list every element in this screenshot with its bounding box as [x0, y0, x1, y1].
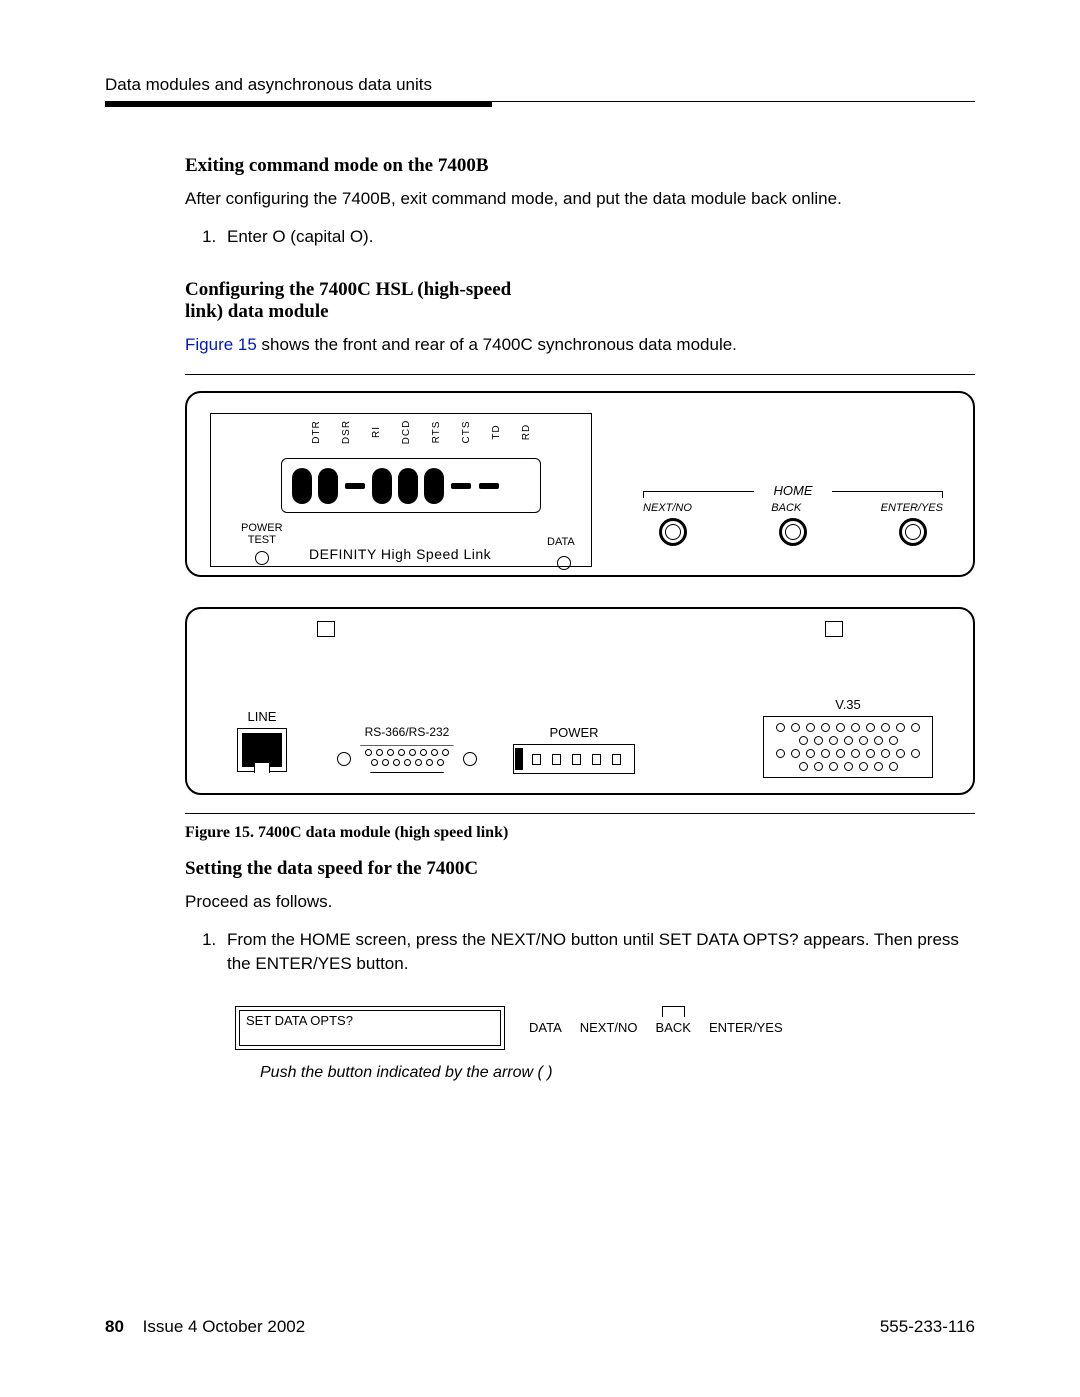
led-label-cts: CTS	[444, 423, 472, 441]
steps-exiting: Enter O (capital O).	[185, 225, 975, 249]
v35-connector-icon	[763, 716, 933, 778]
lcd-label-data: DATA	[529, 1020, 562, 1035]
power-test-label: POWER TEST	[241, 522, 283, 564]
power-test-led	[255, 551, 269, 565]
heading-exiting: Exiting command mode on the 7400B	[185, 155, 975, 177]
header-rule	[105, 101, 975, 107]
lcd-display: SET DATA OPTS?	[235, 1006, 505, 1050]
screw-hole-right	[825, 621, 843, 637]
figure-15-link[interactable]: Figure 15	[185, 335, 257, 354]
btn-label-next: NEXT/NO	[643, 502, 692, 514]
lcd-label-back: BACK	[656, 1020, 691, 1035]
figure-top-rule	[185, 374, 975, 375]
heading-configuring: Configuring the 7400C HSL (high-speed li…	[185, 279, 535, 323]
led-label-rts: RTS	[414, 423, 442, 441]
push-button-note: Push the button indicated by the arrow (…	[260, 1064, 975, 1082]
front-panel: DTR DSR RI DCD RTS CTS TD RD POWER TEST	[185, 391, 975, 577]
lcd-step-figure: SET DATA OPTS? DATA NEXT/NO BACK ENTER/Y…	[235, 1006, 975, 1050]
led-array	[281, 458, 541, 513]
data-label: DATA	[547, 536, 575, 548]
step-enter-o: Enter O (capital O).	[221, 225, 975, 249]
para-fig15-rest: shows the front and rear of a 7400C sync…	[257, 335, 737, 354]
home-bracket-label: HOME	[643, 483, 943, 498]
home-button-group: HOME NEXT/NO BACK ENTER/YES	[643, 483, 943, 546]
lcd-label-next: NEXT/NO	[580, 1020, 638, 1035]
step-home-next: From the HOME screen, press the NEXT/NO …	[221, 928, 975, 976]
figure-bottom-rule	[185, 813, 975, 814]
led-label-rd: RD	[504, 423, 532, 441]
led-label-dtr: DTR	[294, 423, 322, 441]
power-port: POWER	[513, 725, 635, 774]
led-labels-row: DTR DSR RI DCD RTS CTS TD RD	[299, 418, 527, 446]
product-label: DEFINITY High Speed Link	[309, 546, 491, 562]
issue-date: Issue 4 October 2002	[143, 1317, 306, 1336]
serial-port: RS-366/RS-232	[337, 725, 477, 775]
data-led	[557, 556, 571, 570]
page-number: 80	[105, 1317, 124, 1336]
para-fig15: Figure 15 shows the front and rear of a …	[185, 333, 975, 357]
lcd-button-labels: DATA NEXT/NO BACK ENTER/YES	[529, 1020, 783, 1035]
next-no-button	[659, 518, 687, 546]
heading-setting-speed: Setting the data speed for the 7400C	[185, 858, 975, 880]
doc-number: 555-233-116	[880, 1317, 975, 1337]
page-footer: 80 Issue 4 October 2002 555-233-116	[105, 1317, 975, 1337]
db-connector-icon	[337, 743, 477, 775]
rj-jack-icon	[237, 728, 287, 772]
enter-yes-button	[899, 518, 927, 546]
line-port: LINE	[237, 709, 287, 772]
back-button	[779, 518, 807, 546]
rear-panel: LINE RS-366/RS-232 POWER	[185, 607, 975, 795]
led-label-dcd: DCD	[384, 423, 412, 441]
lcd-text: SET DATA OPTS?	[239, 1010, 501, 1046]
btn-label-back: BACK	[771, 502, 801, 514]
para-exiting: After configuring the 7400B, exit comman…	[185, 187, 975, 211]
power-connector-icon	[513, 744, 635, 774]
steps-speed: From the HOME screen, press the NEXT/NO …	[185, 928, 975, 976]
btn-label-enter: ENTER/YES	[881, 502, 943, 514]
led-label-ri: RI	[354, 423, 382, 441]
figure-caption: Figure 15. 7400C data module (high speed…	[185, 824, 975, 842]
figure-15: DTR DSR RI DCD RTS CTS TD RD POWER TEST	[185, 391, 975, 795]
led-label-dsr: DSR	[324, 423, 352, 441]
led-label-td: TD	[474, 423, 502, 441]
running-header: Data modules and asynchronous data units	[105, 75, 975, 95]
para-proceed: Proceed as follows.	[185, 890, 975, 914]
screw-hole-left	[317, 621, 335, 637]
v35-port: V.35	[763, 697, 933, 778]
lcd-label-enter: ENTER/YES	[709, 1020, 783, 1035]
